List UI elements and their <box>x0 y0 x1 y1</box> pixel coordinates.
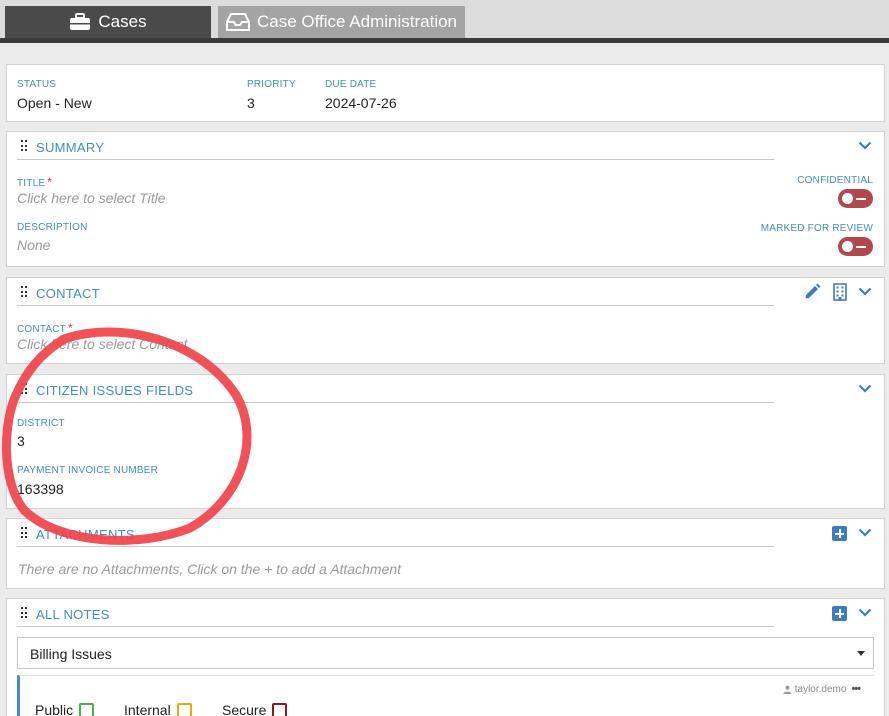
note-category-select[interactable]: Billing Issues <box>17 637 874 669</box>
drag-handle-icon[interactable] <box>21 140 27 152</box>
more-options-icon[interactable]: ••• <box>851 683 861 695</box>
building-icon[interactable] <box>833 283 847 301</box>
attachments-panel: ATTACHMENTS There are no Attachments, Cl… <box>6 518 885 589</box>
section-divider <box>17 305 774 306</box>
visibility-public[interactable]: Public <box>35 702 95 716</box>
district-value[interactable]: 3 <box>17 433 25 449</box>
due-date-label: DUE DATE <box>325 79 377 90</box>
note-editor[interactable]: taylor.demo ••• Public Internal Secure <box>17 675 874 716</box>
drag-handle-icon[interactable] <box>21 383 27 395</box>
section-divider <box>17 546 774 547</box>
public-checkbox[interactable] <box>79 702 95 716</box>
add-attachment-button[interactable] <box>832 526 847 541</box>
title-field[interactable]: Click here to select Title <box>17 190 165 206</box>
contact-title: CONTACT <box>36 286 100 301</box>
user-icon <box>783 685 792 694</box>
note-author: taylor.demo ••• <box>783 683 861 695</box>
required-marker: * <box>47 175 53 189</box>
note-category-value: Billing Issues <box>30 646 112 662</box>
section-divider <box>17 159 774 160</box>
citizen-issues-title: CITIZEN ISSUES FIELDS <box>36 383 194 398</box>
description-field[interactable]: None <box>17 237 50 253</box>
drag-handle-icon[interactable] <box>21 286 27 298</box>
due-date-value: 2024-07-26 <box>325 95 397 111</box>
tab-cases[interactable]: Cases <box>5 6 211 38</box>
case-header-panel: STATUS Open - New PRIORITY 3 DUE DATE 20… <box>6 64 885 122</box>
chevron-down-icon[interactable] <box>856 282 874 300</box>
priority-label: PRIORITY <box>247 79 296 90</box>
confidential-label: CONFIDENTIAL <box>797 175 873 186</box>
secure-checkbox[interactable] <box>272 702 288 716</box>
inbox-tray-icon <box>226 13 250 31</box>
marked-for-review-label: MARKED FOR REVIEW <box>760 223 873 234</box>
payment-invoice-value[interactable]: 163398 <box>17 481 64 497</box>
drag-handle-icon[interactable] <box>21 527 27 539</box>
contact-panel: CONTACT CONTACT * Click here to select Co… <box>6 277 885 364</box>
note-author-name: taylor.demo <box>794 683 847 695</box>
attachments-title: ATTACHMENTS <box>36 527 135 542</box>
chevron-down-icon[interactable] <box>856 379 874 397</box>
top-nav-divider <box>0 38 889 43</box>
visibility-internal[interactable]: Internal <box>124 702 192 716</box>
title-field-label: TITLE * <box>17 175 53 189</box>
status-label: STATUS <box>17 79 57 90</box>
marked-for-review-toggle[interactable] <box>838 237 873 256</box>
caret-down-icon <box>857 651 865 656</box>
drag-handle-icon[interactable] <box>21 607 27 619</box>
payment-invoice-label: PAYMENT INVOICE NUMBER <box>17 465 159 476</box>
chevron-down-icon[interactable] <box>856 603 874 621</box>
summary-title: SUMMARY <box>36 140 105 155</box>
section-divider <box>17 402 774 403</box>
contact-field[interactable]: Click here to select Contact <box>17 336 187 352</box>
tab-cases-label: Cases <box>98 12 147 31</box>
tab-case-office-administration[interactable]: Case Office Administration <box>218 6 465 38</box>
description-label: DESCRIPTION <box>17 222 88 233</box>
chevron-down-icon[interactable] <box>856 523 874 541</box>
contact-field-label: CONTACT * <box>17 321 73 335</box>
priority-value: 3 <box>247 95 255 111</box>
summary-panel: SUMMARY TITLE * Click here to select Titl… <box>6 131 885 267</box>
add-note-button[interactable] <box>832 606 847 621</box>
briefcase-icon <box>69 13 91 31</box>
internal-checkbox[interactable] <box>176 702 192 716</box>
visibility-secure[interactable]: Secure <box>222 702 288 716</box>
tab-admin-label: Case Office Administration <box>257 12 457 31</box>
required-marker: * <box>68 321 73 335</box>
attachments-empty-text: There are no Attachments, Click on the +… <box>18 561 402 577</box>
citizen-issues-panel: CITIZEN ISSUES FIELDS DISTRICT 3 PAYMENT… <box>6 374 885 509</box>
section-divider <box>17 626 774 627</box>
district-label: DISTRICT <box>17 418 65 429</box>
confidential-toggle[interactable] <box>838 189 873 208</box>
chevron-down-icon[interactable] <box>856 136 874 154</box>
status-value: Open - New <box>17 95 92 111</box>
notes-title: ALL NOTES <box>36 607 110 622</box>
notes-panel: ALL NOTES Billing Issues taylor.demo •••… <box>6 598 885 716</box>
pencil-icon[interactable] <box>803 283 821 301</box>
